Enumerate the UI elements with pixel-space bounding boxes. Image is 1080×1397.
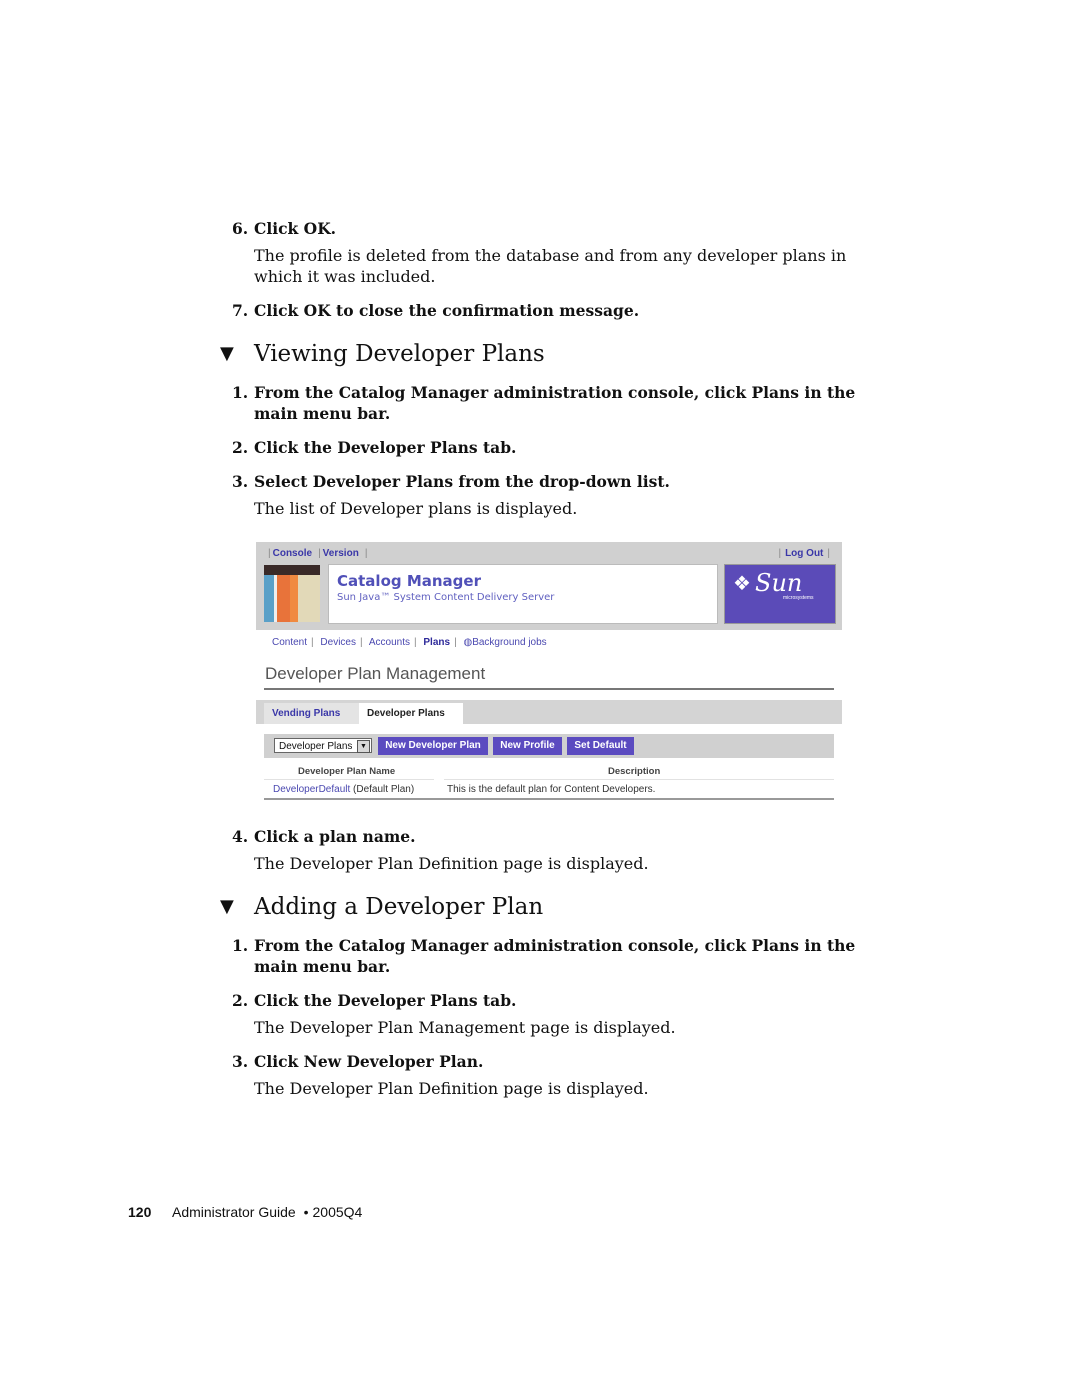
viewing-step-4-description: The Developer Plan Definition page is di… (254, 854, 649, 873)
app-subtitle: Sun Java™ System Content Delivery Server (337, 592, 555, 603)
top-links: | Console | Version | (268, 548, 368, 559)
toolbar: Developer Plans ▼ New Developer Plan New… (264, 734, 834, 758)
logout-area: | Log Out | (778, 548, 830, 559)
menu-background-jobs[interactable]: Background jobs (472, 637, 547, 648)
logout-link[interactable]: Log Out (785, 548, 823, 559)
step-6-description: The profile is deleted from the database… (254, 246, 847, 286)
adding-step-3-description: The Developer Plan Definition page is di… (254, 1079, 649, 1098)
step-7: 7. Click OK to close the confirmation mes… (232, 301, 640, 320)
page-title: Developer Plan Management (265, 664, 486, 683)
column-header-description[interactable]: Description (608, 766, 660, 777)
section-heading-viewing: ▼ Viewing Developer Plans (220, 341, 545, 367)
menu-devices[interactable]: Devices (320, 637, 356, 648)
menu-content[interactable]: Content (272, 637, 307, 648)
footer-title: Administrator Guide (172, 1204, 296, 1220)
title-box: Catalog Manager Sun Java™ System Content… (328, 564, 718, 624)
footer-version: 2005Q4 (312, 1204, 363, 1220)
books-image (264, 565, 320, 622)
set-default-button[interactable]: Set Default (567, 737, 634, 755)
section-heading-adding: ▼ Adding a Developer Plan (220, 894, 544, 920)
plan-type-select[interactable]: Developer Plans ▼ (274, 738, 372, 753)
footer-bullet: • (303, 1204, 309, 1220)
menu-plans[interactable]: Plans (423, 637, 450, 648)
main-menu: Content | Devices | Accounts | Plans | ◍Back… (272, 637, 547, 648)
catalog-manager-screenshot: | Console | Version | | Log Out | Catalog Mana… (256, 542, 842, 802)
masthead: | Console | Version | | Log Out | Catalog Mana… (256, 542, 842, 630)
console-link[interactable]: Console (273, 548, 312, 559)
tab-bar: Vending Plans Developer Plans (256, 700, 842, 724)
page-number: 120 (128, 1204, 152, 1220)
plan-name-link[interactable]: DeveloperDefault (273, 784, 350, 795)
new-developer-plan-button[interactable]: New Developer Plan (378, 737, 488, 755)
menu-accounts[interactable]: Accounts (369, 637, 410, 648)
step-6: 6. Click OK. (232, 219, 337, 238)
column-header-name[interactable]: Developer Plan Name (298, 766, 395, 777)
viewing-step-3-description: The list of Developer plans is displayed… (254, 499, 578, 518)
triangle-down-icon: ▼ (220, 896, 234, 917)
viewing-step-4: 4. Click a plan name. (232, 827, 416, 846)
viewing-step-1: 1. From the Catalog Manager administratio… (232, 383, 856, 423)
tab-developer-plans[interactable]: Developer Plans (359, 703, 463, 724)
page-footer: 120 Administrator Guide • 2005Q4 (128, 1204, 362, 1220)
chevron-down-icon: ▼ (357, 740, 370, 753)
sun-logo: ❖ Sun microsystems (724, 564, 836, 624)
tab-vending-plans[interactable]: Vending Plans (264, 703, 360, 724)
title-divider (264, 688, 834, 690)
new-profile-button[interactable]: New Profile (493, 737, 562, 755)
sun-diamond-icon: ❖ (733, 573, 751, 595)
adding-step-1: 1. From the Catalog Manager administratio… (232, 936, 856, 976)
background-jobs-icon: ◍ (463, 637, 473, 648)
adding-step-2: 2. Click the Developer Plans tab. (232, 991, 517, 1010)
adding-step-2-description: The Developer Plan Management page is di… (254, 1018, 676, 1037)
adding-step-3: 3. Click New Developer Plan. (232, 1052, 484, 1071)
table-bottom-rule (264, 798, 834, 800)
header-divider (444, 779, 834, 780)
app-title: Catalog Manager (337, 572, 481, 590)
plan-description: This is the default plan for Content Dev… (447, 784, 656, 795)
viewing-step-2: 2. Click the Developer Plans tab. (232, 438, 517, 457)
header-divider (264, 779, 434, 780)
version-link[interactable]: Version (323, 548, 359, 559)
table-row: DeveloperDefault (Default Plan) (273, 784, 415, 795)
viewing-step-3: 3. Select Developer Plans from the drop-d… (232, 472, 670, 491)
triangle-down-icon: ▼ (220, 343, 234, 364)
